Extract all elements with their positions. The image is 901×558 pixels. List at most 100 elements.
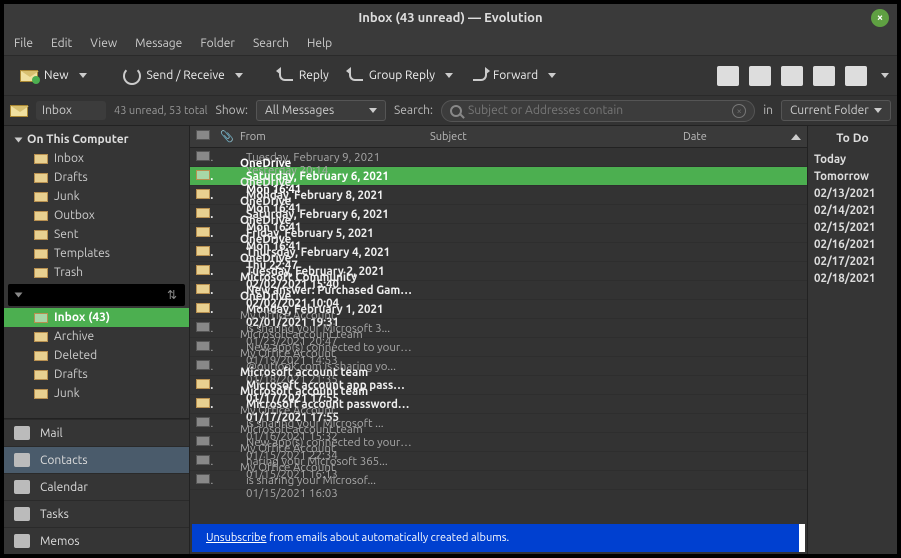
tasks-icon [14, 507, 30, 521]
folder-icon [34, 192, 48, 202]
folder-inbox[interactable]: Inbox [4, 149, 189, 168]
message-row[interactable]: My Office Account is sharing your Micros… [190, 471, 807, 490]
switch-contacts[interactable]: Contacts [4, 446, 189, 473]
folder-label: Trash [54, 266, 83, 279]
todo-item[interactable]: Today [814, 151, 891, 168]
menu-view[interactable]: View [90, 37, 117, 50]
group-reply-button[interactable]: Group Reply [341, 65, 461, 86]
todo-item[interactable]: 02/17/2021 [814, 253, 891, 270]
folder-junk[interactable]: Junk [4, 384, 189, 403]
todo-item[interactable]: 02/18/2021 [814, 270, 891, 287]
chevron-down-icon [445, 73, 453, 78]
switch-tasks[interactable]: Tasks [4, 500, 189, 527]
print-icon[interactable] [717, 66, 739, 86]
col-status-icon[interactable] [190, 127, 214, 146]
status-icon [190, 151, 214, 164]
todo-item[interactable]: 02/16/2021 [814, 236, 891, 253]
window-title: Inbox (43 unread) — Evolution [358, 11, 542, 25]
menu-message[interactable]: Message [135, 37, 182, 50]
switch-memos[interactable]: Memos [4, 527, 189, 554]
account-item[interactable]: ⇅ [8, 284, 185, 306]
folder-icon [34, 249, 48, 259]
menu-folder[interactable]: Folder [200, 37, 235, 50]
chevron-down-icon[interactable] [881, 73, 889, 78]
in-label: in [763, 104, 773, 117]
chevron-down-icon [235, 73, 243, 78]
mail-icon [14, 426, 30, 440]
folder-templates[interactable]: Templates [4, 244, 189, 263]
folder-icon [34, 154, 48, 164]
reply-all-icon [349, 71, 363, 81]
folder-archive[interactable]: Archive [4, 327, 189, 346]
folder-label: Inbox [54, 152, 84, 165]
reply-icon [279, 71, 293, 81]
folder-junk[interactable]: Junk [4, 187, 189, 206]
col-date[interactable]: Date [677, 128, 807, 146]
chevron-down-icon [79, 73, 87, 78]
unsubscribe-link[interactable]: Unsubscribe [206, 532, 267, 544]
todo-pane: To Do TodayTomorrow02/13/202102/14/20210… [807, 126, 897, 554]
not-junk-icon[interactable] [813, 66, 835, 86]
sidebar: On This Computer InboxDraftsJunkOutboxSe… [4, 126, 190, 554]
send-receive-button[interactable]: Send / Receive [115, 63, 251, 89]
show-dropdown[interactable]: All Messages [256, 100, 386, 121]
new-mail-icon [20, 70, 38, 82]
folder-label: Drafts [54, 171, 88, 184]
group-reply-label: Group Reply [369, 69, 435, 82]
folder-icon [34, 211, 48, 221]
column-headers: 📎 From Subject Date [190, 126, 807, 148]
status-icon [190, 208, 214, 221]
search-input[interactable]: Subject or Addresses contain × [441, 100, 755, 122]
switch-label: Calendar [40, 481, 88, 494]
banner-text: from emails about automatically created … [267, 532, 510, 544]
scope-value: Current Folder [790, 104, 869, 117]
todo-item[interactable]: 02/13/2021 [814, 185, 891, 202]
todo-item[interactable]: Tomorrow [814, 168, 891, 185]
main-body: On This Computer InboxDraftsJunkOutboxSe… [4, 126, 897, 554]
menu-help[interactable]: Help [307, 37, 332, 50]
col-attachment-icon[interactable]: 📎 [214, 127, 234, 146]
memos-icon [14, 534, 30, 548]
scope-dropdown[interactable]: Current Folder [781, 100, 891, 121]
folder-label: Templates [54, 247, 110, 260]
inbox-icon [10, 105, 28, 117]
new-button[interactable]: New [12, 65, 95, 86]
filter-bar: Inbox 43 unread, 53 total Show: All Mess… [4, 96, 897, 126]
folder-inbox[interactable]: Inbox (43) [4, 308, 189, 327]
contacts-icon [14, 453, 30, 467]
menu-file[interactable]: File [14, 37, 33, 50]
folder-sent[interactable]: Sent [4, 225, 189, 244]
folder-label: Sent [54, 228, 78, 241]
chevron-down-icon [369, 108, 377, 113]
todo-item[interactable]: 02/14/2021 [814, 202, 891, 219]
folder-trash[interactable]: Trash [4, 263, 189, 282]
clear-search-icon[interactable]: × [732, 104, 746, 118]
status-icon [190, 246, 214, 259]
col-subject[interactable]: Subject [424, 128, 677, 146]
menu-search[interactable]: Search [253, 37, 289, 50]
todo-item[interactable]: 02/15/2021 [814, 219, 891, 236]
reply-button[interactable]: Reply [271, 65, 337, 86]
switch-calendar[interactable]: Calendar [4, 473, 189, 500]
new-label: New [44, 69, 69, 82]
tree-root[interactable]: On This Computer [4, 130, 189, 149]
send-receive-label: Send / Receive [147, 69, 225, 82]
folder-icon [34, 332, 48, 342]
forward-button[interactable]: Forward [465, 65, 564, 86]
mark-icon[interactable] [845, 66, 867, 86]
folder-drafts[interactable]: Drafts [4, 168, 189, 187]
status-icon [190, 227, 214, 240]
switch-mail[interactable]: Mail [4, 419, 189, 446]
folder-deleted[interactable]: Deleted [4, 346, 189, 365]
menu-edit[interactable]: Edit [51, 37, 72, 50]
switcher: MailContacts Calendar TasksMemos [4, 418, 189, 554]
trash-icon[interactable] [749, 66, 771, 86]
junk-icon[interactable] [781, 66, 803, 86]
status-icon [190, 341, 214, 354]
folder-outbox[interactable]: Outbox [4, 206, 189, 225]
close-button[interactable]: × [871, 9, 889, 27]
message-list[interactable]: OneDrive Tuesday, February 9, 2021Yester… [190, 148, 807, 522]
sort-ascending-icon [791, 134, 801, 140]
col-from[interactable]: From [234, 128, 424, 146]
folder-drafts[interactable]: Drafts [4, 365, 189, 384]
